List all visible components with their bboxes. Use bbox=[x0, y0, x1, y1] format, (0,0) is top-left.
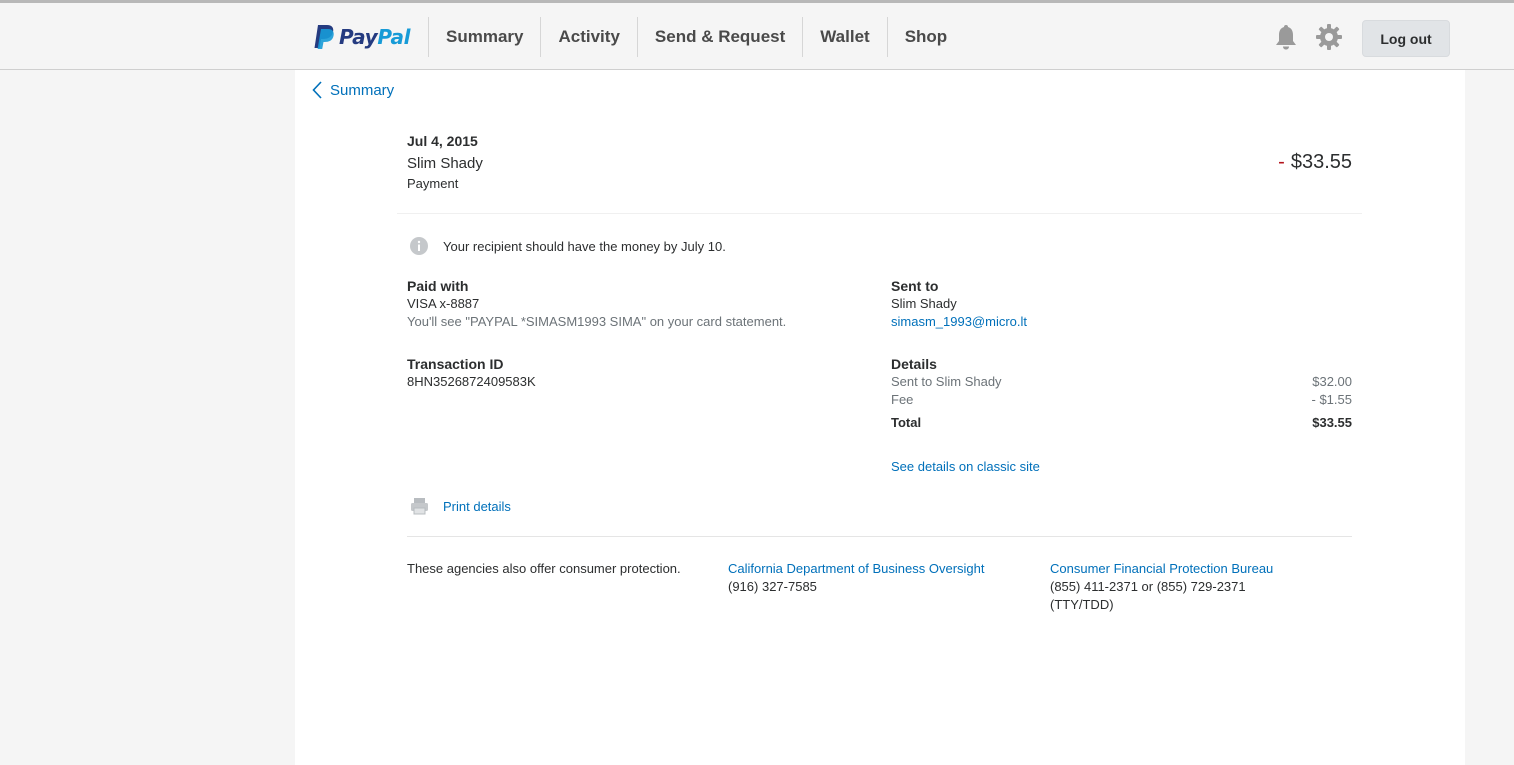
recipient-name: Slim Shady bbox=[891, 296, 957, 311]
transaction-amount: - $33.55 bbox=[1278, 151, 1352, 174]
paypal-wordmark: PayPal bbox=[339, 25, 411, 49]
agencies-divider bbox=[407, 536, 1352, 537]
chevron-left-icon bbox=[312, 81, 322, 99]
statement-note: You'll see "PAYPAL *SIMASM1993 SIMA" on … bbox=[407, 314, 787, 329]
agencies-intro: These agencies also offer consumer prote… bbox=[407, 561, 681, 576]
nav-summary[interactable]: Summary bbox=[428, 17, 540, 57]
amount-sign: - bbox=[1278, 151, 1285, 173]
classic-site-link[interactable]: See details on classic site bbox=[891, 459, 1040, 474]
nav-activity[interactable]: Activity bbox=[540, 17, 636, 57]
agency-cfpb-link[interactable]: Consumer Financial Protection Bureau bbox=[1050, 561, 1273, 576]
agency-dbo-link[interactable]: California Department of Business Oversi… bbox=[728, 561, 985, 576]
recipient-email-link[interactable]: simasm_1993@micro.lt bbox=[891, 314, 1027, 329]
printer-icon[interactable] bbox=[410, 497, 429, 515]
delivery-notice: Your recipient should have the money by … bbox=[443, 239, 726, 254]
total-label: Total bbox=[891, 415, 922, 430]
detail-row-value: $32.00 bbox=[1312, 374, 1352, 389]
agency-dbo-phone: (916) 327-7585 bbox=[728, 579, 817, 594]
detail-row-label: Sent to Slim Shady bbox=[891, 374, 1002, 389]
agency-cfpb-phone: (855) 411-2371 or (855) 729-2371 bbox=[1050, 579, 1246, 594]
nav-send-request[interactable]: Send & Request bbox=[636, 17, 802, 57]
transaction-id-label: Transaction ID bbox=[407, 356, 504, 372]
amount-value: $33.55 bbox=[1290, 151, 1352, 173]
print-details-link[interactable]: Print details bbox=[443, 499, 511, 514]
main-nav: Summary Activity Send & Request Wallet S… bbox=[428, 17, 964, 57]
payment-method: VISA x-8887 bbox=[407, 296, 480, 311]
nav-shop[interactable]: Shop bbox=[886, 17, 965, 57]
header-divider bbox=[397, 213, 1362, 214]
details-label: Details bbox=[891, 356, 937, 372]
detail-row-label: Fee bbox=[891, 392, 914, 407]
wordmark-pay: Pay bbox=[339, 25, 378, 49]
back-to-summary-link[interactable]: Summary bbox=[312, 81, 394, 99]
bell-icon[interactable] bbox=[1273, 23, 1299, 51]
total-value: $33.55 bbox=[1312, 415, 1352, 430]
gear-icon[interactable] bbox=[1315, 23, 1343, 51]
transaction-counterparty: Slim Shady bbox=[407, 155, 483, 172]
transaction-type: Payment bbox=[407, 176, 459, 191]
paypal-logo[interactable]: PayPal bbox=[313, 23, 411, 51]
log-out-button[interactable]: Log out bbox=[1362, 20, 1450, 57]
wordmark-pal: Pal bbox=[377, 25, 411, 49]
top-header: PayPal Summary Activity Send & Request W… bbox=[0, 3, 1514, 70]
back-link-label: Summary bbox=[330, 81, 395, 99]
paid-with-label: Paid with bbox=[407, 278, 469, 294]
nav-wallet[interactable]: Wallet bbox=[802, 17, 886, 57]
paypal-p-icon bbox=[314, 25, 334, 49]
transaction-id-value: 8HN3526872409583K bbox=[407, 374, 536, 389]
detail-row-value: - $1.55 bbox=[1311, 392, 1352, 407]
sent-to-label: Sent to bbox=[891, 278, 939, 294]
agency-cfpb-tty: (TTY/TDD) bbox=[1050, 597, 1114, 612]
transaction-date: Jul 4, 2015 bbox=[407, 133, 478, 149]
info-icon bbox=[410, 237, 428, 255]
